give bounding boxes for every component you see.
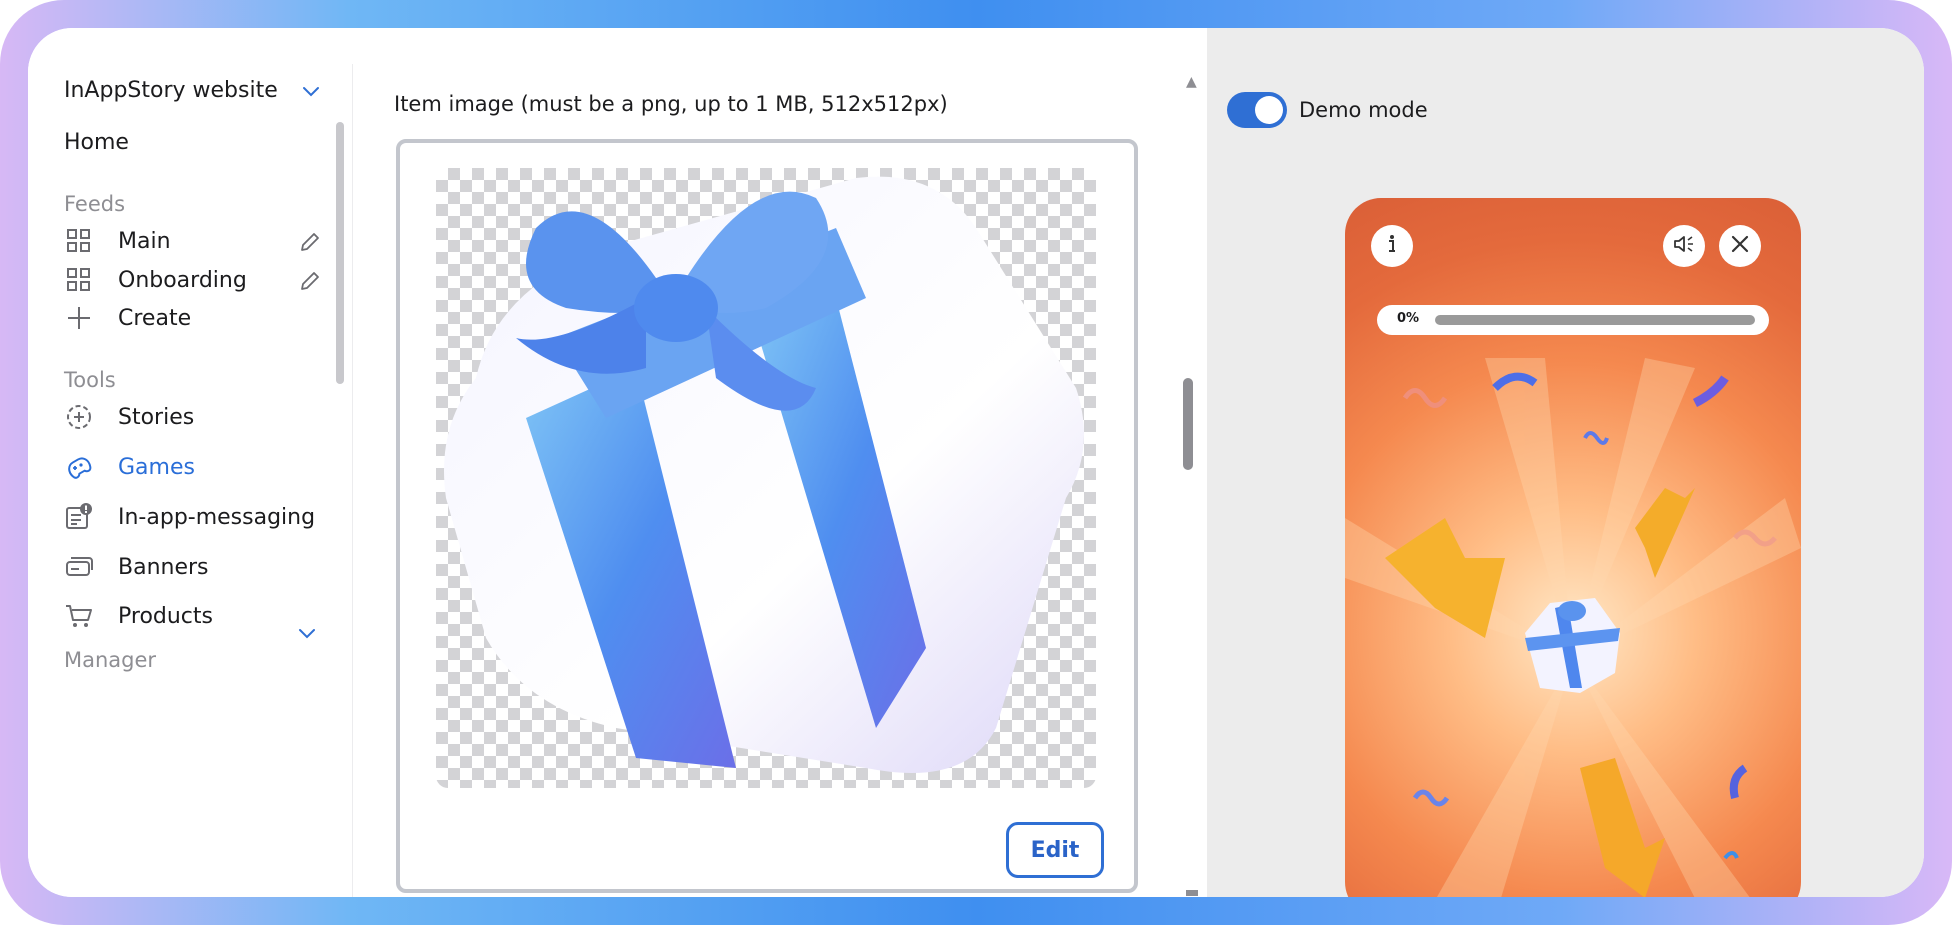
create-feed-button[interactable]: Create [64, 301, 191, 335]
progress-track [1435, 315, 1755, 325]
workspace-selector[interactable]: InAppStory website [64, 78, 322, 103]
feed-item-onboarding[interactable]: Onboarding [64, 263, 247, 297]
demo-mode-toggle[interactable] [1227, 92, 1287, 128]
plus-icon [64, 303, 94, 333]
feeds-heading: Feeds [64, 192, 126, 216]
tool-item-products[interactable]: Products [64, 599, 213, 633]
demo-mode-label: Demo mode [1299, 98, 1428, 122]
item-editor-panel: Item image (must be a png, up to 1 MB, 5… [353, 28, 1207, 897]
editor-scrollbar[interactable] [1183, 378, 1193, 470]
tool-item-label: In-app-messaging [118, 504, 316, 530]
feed-item-label: Main [118, 228, 171, 254]
game-background-art [1345, 358, 1801, 897]
create-label: Create [118, 305, 192, 331]
image-field-label: Item image (must be a png, up to 1 MB, 5… [394, 92, 948, 116]
tool-item-label: Banners [118, 554, 209, 580]
info-icon [1382, 233, 1402, 259]
toggle-knob [1255, 96, 1283, 124]
tool-item-label: Products [118, 603, 213, 629]
chevron-down-icon[interactable] [296, 622, 318, 644]
grid-icon [64, 265, 94, 295]
sound-button[interactable] [1663, 225, 1705, 267]
sidebar-scrollbar[interactable] [336, 122, 344, 384]
feed-item-label: Onboarding [118, 267, 247, 293]
edit-image-button[interactable]: Edit [1006, 822, 1104, 878]
scroll-down-arrow-icon[interactable] [1186, 890, 1198, 896]
grid-icon [64, 226, 94, 256]
tools-heading: Tools [64, 368, 116, 392]
game-preview-phone: 0% [1345, 198, 1801, 897]
speaker-muted-icon [1672, 233, 1696, 259]
scroll-up-arrow-icon[interactable]: ▲ [1186, 74, 1197, 90]
tool-item-games[interactable]: Games [64, 450, 195, 484]
stories-icon [64, 402, 94, 432]
feed-item-main[interactable]: Main [64, 224, 171, 258]
preview-panel: Demo mode 0% [1207, 28, 1924, 897]
tool-item-label: Games [118, 454, 195, 480]
tool-item-banners[interactable]: Banners [64, 550, 209, 584]
manager-heading: Manager [64, 648, 157, 672]
message-icon [64, 502, 94, 532]
nav-home[interactable]: Home [64, 130, 129, 155]
tool-item-label: Stories [118, 404, 195, 430]
banner-icon [64, 552, 94, 582]
tool-item-in-app-messaging[interactable]: In-app-messaging [64, 500, 315, 534]
progress-percent: 0% [1397, 311, 1420, 326]
app-window: InAppStory website Home Feeds Main Onboa… [28, 28, 1924, 897]
pencil-icon[interactable] [298, 269, 322, 293]
image-upload-box[interactable]: Edit [396, 139, 1138, 893]
game-progress-bar: 0% [1377, 305, 1769, 335]
gift-image [444, 176, 1084, 774]
sidebar: InAppStory website Home Feeds Main Onboa… [28, 28, 352, 897]
tool-item-stories[interactable]: Stories [64, 400, 194, 434]
info-button[interactable] [1371, 225, 1413, 267]
close-button[interactable] [1719, 225, 1761, 267]
gamepad-icon [64, 452, 94, 482]
pencil-icon[interactable] [298, 230, 322, 254]
close-icon [1730, 234, 1750, 258]
cart-icon [64, 601, 94, 631]
workspace-name: InAppStory website [64, 78, 278, 103]
chevron-down-icon [300, 80, 322, 102]
